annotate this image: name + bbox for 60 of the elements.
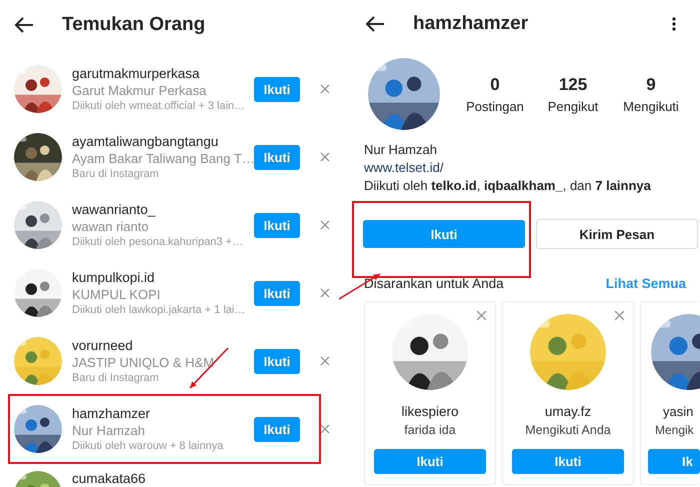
username: likespiero [401,404,459,419]
username: kumpulkopi.id [72,270,156,285]
stat-label: Pengikut [548,98,598,114]
follow-button[interactable]: Ikuti [254,416,300,442]
username: vorurneed [72,338,134,353]
followed-by-text: Diikuti oleh telko.id, iqbaalkham_, dan 7 lainnya [364,178,652,193]
username: ayamtaliwangbangtangu [72,134,220,149]
see-all-link[interactable]: Lihat Semua [606,276,686,291]
follow-button[interactable]: Ikuti [254,212,300,238]
close-icon[interactable] [320,84,330,94]
follow-info: Diikuti oleh lawkopi.jakarta + 1 lai… [72,304,246,316]
stat-label: Postingan [466,98,524,114]
follow-button[interactable]: Ikuti [374,449,486,474]
follow-info: Diikuti oleh wmeat.official + 3 lain… [72,100,246,112]
username: wawanrianto_ [72,202,156,217]
close-icon[interactable] [320,220,330,230]
close-icon[interactable] [320,152,330,162]
follow-button[interactable]: Ikuti [512,449,624,474]
card-subtitle: Mengikuti Anda [525,423,611,437]
section-title: Disarankan untuk Anda [364,276,504,291]
close-icon[interactable] [320,356,330,366]
follow-button[interactable]: Ik [648,449,700,474]
stat-count: 125 [558,74,588,94]
close-icon[interactable] [320,288,330,298]
message-button[interactable]: Kirim Pesan [536,219,698,249]
full-name: Nur Hamzah [72,423,146,438]
follow-button[interactable]: Ikuti [363,220,525,248]
stat-count: 9 [646,74,656,94]
stat-count: 0 [490,74,500,94]
follow-button[interactable]: Ikuti [254,144,300,170]
full-name: JASTIP UNIQLO & H&M [72,355,216,370]
follow-button[interactable]: Ikuti [254,280,300,306]
username: hamzhamzer [72,406,152,421]
full-name: KUMPUL KOPI [72,287,162,302]
full-name: Ayam Bakar Taliwang Bang T… [72,151,254,166]
username: umay.fz [544,404,592,419]
website-link[interactable]: www.telset.id/ [364,160,444,175]
screen-title: Temukan Orang [62,14,206,36]
profile-username: hamzhamzer [413,13,530,35]
follow-info: Baru di Instagram [72,168,160,180]
back-arrow-icon[interactable] [365,16,385,32]
close-icon[interactable] [476,310,487,321]
username: yasin [663,404,694,419]
follow-button[interactable]: Ikuti [254,76,300,102]
username: cumakata66 [72,471,147,486]
close-icon[interactable] [614,310,625,321]
more-options-icon[interactable] [672,17,676,31]
username: garutmakmurperkasa [72,66,201,81]
full-name: Garut Makmur Perkasa [72,83,208,98]
follow-info: Baru di Instagram [72,372,160,384]
stat-label: Mengikuti [623,98,679,114]
follow-info: Diikuti oleh pesona.kahuripan3 +… [72,236,244,248]
card-subtitle: farida ida [404,423,456,437]
close-icon[interactable] [320,424,330,434]
full-name: wawan rianto [72,219,150,234]
follow-info: Diikuti oleh warouw + 8 lainnya [72,440,224,452]
profile-name: Nur Hamzah [364,142,438,157]
back-arrow-icon[interactable] [14,17,34,33]
follow-button[interactable]: Ikuti [254,348,300,374]
card-subtitle: Mengik [655,423,694,437]
